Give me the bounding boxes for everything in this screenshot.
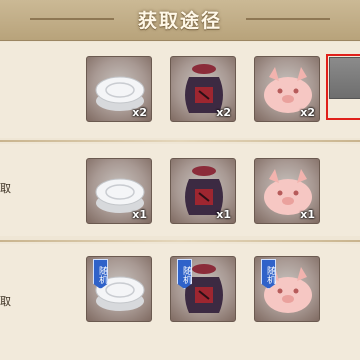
item-quantity: x1 — [300, 208, 315, 221]
row-divider — [0, 240, 360, 242]
item-quantity: x1 — [216, 208, 231, 221]
row-divider — [0, 140, 360, 142]
item-slot-wine-jar[interactable]: x2 — [170, 56, 236, 122]
row-3-label: 取 — [0, 295, 11, 308]
item-slot-mooncake[interactable]: x2 — [86, 56, 152, 122]
item-slot-pig-bun[interactable]: 随机 — [254, 256, 320, 322]
item-slot-wine-jar[interactable]: 随机 — [170, 256, 236, 322]
highlight-frame — [326, 54, 360, 120]
item-slot-mooncake[interactable]: 随机 — [86, 256, 152, 322]
item-slot-pig-bun[interactable]: x1 — [254, 158, 320, 224]
item-slot-pig-bun[interactable]: x2 — [254, 56, 320, 122]
item-slot-wine-jar[interactable]: x1 — [170, 158, 236, 224]
item-quantity: x1 — [132, 208, 147, 221]
row-2-label: 取 — [0, 182, 11, 195]
header-ornament-right — [246, 18, 330, 20]
header-bar: 获取途径 — [0, 0, 360, 41]
item-quantity: x2 — [216, 106, 231, 119]
item-quantity: x2 — [132, 106, 147, 119]
random-badge: 随机 — [261, 259, 276, 289]
random-badge: 随机 — [93, 259, 108, 289]
random-badge: 随机 — [177, 259, 192, 289]
item-quantity: x2 — [300, 106, 315, 119]
item-slot-mooncake[interactable]: x1 — [86, 158, 152, 224]
